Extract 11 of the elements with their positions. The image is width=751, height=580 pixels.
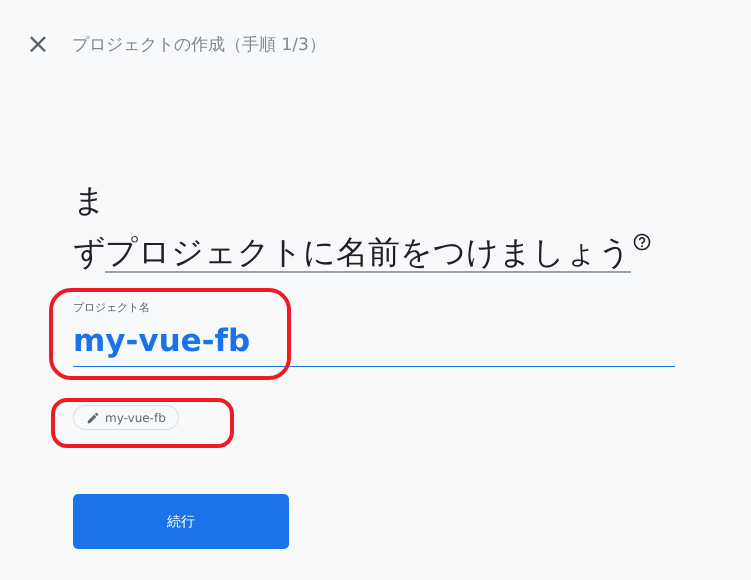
- heading-link[interactable]: プロジェクトに名前をつけましょう: [105, 233, 631, 273]
- help-icon[interactable]: [633, 233, 651, 252]
- continue-button[interactable]: 続行: [73, 494, 289, 549]
- window-title: プロジェクトの作成（手順 1/3）: [72, 34, 326, 56]
- project-id-chip[interactable]: my-vue-fb: [73, 405, 179, 430]
- field-value: my-vue-fb: [73, 323, 252, 359]
- field-label: プロジェクト名: [73, 300, 151, 315]
- heading-text: まず: [73, 180, 105, 273]
- pencil-icon: [86, 410, 100, 424]
- close-button[interactable]: ×: [26, 30, 50, 58]
- project-name-field[interactable]: プロジェクト名 my-vue-fb: [73, 296, 675, 367]
